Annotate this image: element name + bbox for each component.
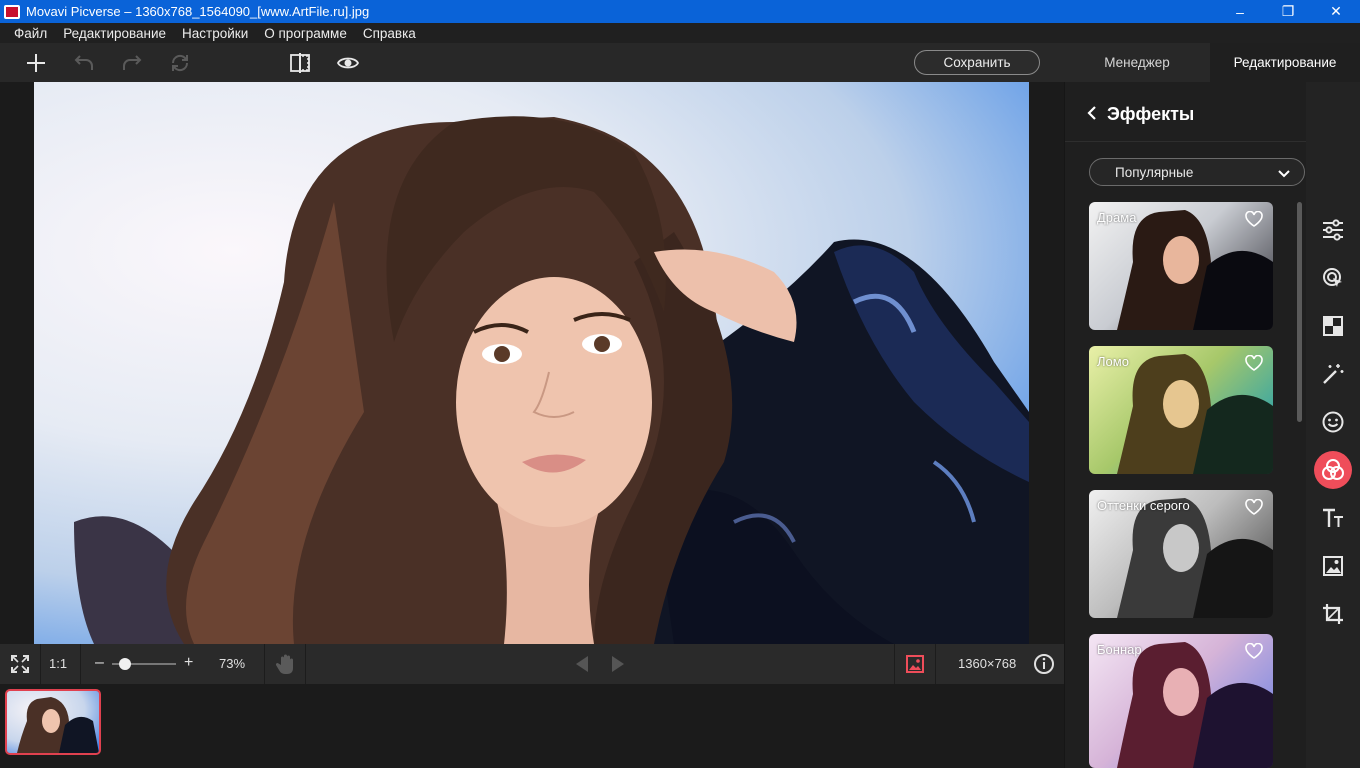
effect-card-bonnard[interactable]: Боннар: [1089, 634, 1273, 768]
preview-eye-icon[interactable]: [336, 51, 360, 75]
tab-manager[interactable]: Менеджер: [1064, 43, 1210, 82]
retouch-cursor-icon[interactable]: [1314, 259, 1352, 297]
undo-icon[interactable]: [72, 51, 96, 75]
magic-wand-icon[interactable]: [1314, 355, 1352, 393]
panel-header: Эффекты: [1065, 82, 1307, 142]
image-dimensions: 1360×768: [958, 656, 1017, 671]
effect-label: Драма: [1097, 210, 1137, 225]
watermark-image-icon[interactable]: [1314, 547, 1352, 585]
category-dropdown-value: Популярные: [1115, 165, 1194, 180]
zoom-slider[interactable]: [112, 658, 176, 670]
canvas-area[interactable]: [0, 82, 1064, 644]
status-bar: 1:1 – + 73% 1360×768: [0, 644, 1064, 684]
favorite-heart-icon[interactable]: [1245, 642, 1263, 664]
next-arrow-icon[interactable]: [606, 652, 630, 676]
menu-help[interactable]: Справка: [363, 26, 416, 41]
separator: [305, 644, 306, 684]
menu-about[interactable]: О программе: [264, 26, 347, 41]
edited-photo[interactable]: [34, 82, 1029, 644]
panel-scrollbar[interactable]: [1297, 202, 1302, 422]
effect-label: Оттенки серого: [1097, 498, 1190, 513]
favorite-heart-icon[interactable]: [1245, 498, 1263, 520]
effects-panel: Эффекты Популярные Драма Ломо Оттенки се…: [1064, 82, 1307, 768]
effect-card-grayscale[interactable]: Оттенки серого: [1089, 490, 1273, 618]
crop-icon[interactable]: [1314, 595, 1352, 633]
hand-icon[interactable]: [274, 652, 298, 676]
menu-file[interactable]: Файл: [14, 26, 47, 41]
filmstrip: [0, 684, 1064, 768]
save-button[interactable]: Сохранить: [914, 50, 1040, 75]
face-icon[interactable]: [1314, 403, 1352, 441]
text-icon[interactable]: [1314, 499, 1352, 537]
separator: [894, 644, 895, 684]
reset-icon[interactable]: [168, 51, 192, 75]
window-controls: – ❐ ✕: [1216, 0, 1360, 23]
separator: [935, 644, 936, 684]
window-title: Movavi Picverse – 1360x768_1564090_[www.…: [26, 4, 370, 19]
adjust-sliders-icon[interactable]: [1314, 211, 1352, 249]
minimize-button[interactable]: –: [1216, 0, 1264, 23]
toolbar: Сохранить Менеджер Редактирование: [0, 43, 1360, 82]
effect-label: Боннар: [1097, 642, 1142, 657]
photo-thumbnail[interactable]: [5, 689, 101, 755]
separator: [40, 644, 41, 684]
panel-title: Эффекты: [1107, 104, 1195, 124]
back-chevron-icon[interactable]: [1087, 106, 1097, 125]
favorite-heart-icon[interactable]: [1245, 354, 1263, 376]
effect-card-lomo[interactable]: Ломо: [1089, 346, 1273, 474]
maximize-button[interactable]: ❐: [1264, 0, 1312, 23]
zoom-in-button[interactable]: +: [184, 654, 193, 672]
separator: [80, 644, 81, 684]
zoom-out-button[interactable]: –: [95, 654, 104, 672]
chevron-down-icon: [1278, 166, 1290, 184]
tools-rail: [1306, 82, 1360, 768]
title-bar: Movavi Picverse – 1360x768_1564090_[www.…: [0, 0, 1360, 23]
background-icon[interactable]: [1314, 307, 1352, 345]
app-logo-icon: [4, 4, 20, 19]
image-icon[interactable]: [903, 652, 927, 676]
category-dropdown[interactable]: Популярные: [1089, 158, 1305, 186]
close-button[interactable]: ✕: [1312, 0, 1360, 23]
info-icon[interactable]: [1032, 652, 1056, 676]
redo-icon[interactable]: [120, 51, 144, 75]
menu-settings[interactable]: Настройки: [182, 26, 248, 41]
separator: [264, 644, 265, 684]
zoom-slider-handle[interactable]: [118, 658, 131, 670]
menu-edit[interactable]: Редактирование: [63, 26, 166, 41]
fit-screen-icon[interactable]: [8, 652, 32, 676]
add-icon[interactable]: [24, 51, 48, 75]
compare-icon[interactable]: [288, 51, 312, 75]
effect-label: Ломо: [1097, 354, 1129, 369]
effect-card-drama[interactable]: Драма: [1089, 202, 1273, 330]
zoom-level: 73%: [219, 656, 246, 671]
tab-editing[interactable]: Редактирование: [1210, 43, 1360, 82]
effects-icon[interactable]: [1314, 451, 1352, 489]
actual-size-button[interactable]: 1:1: [49, 656, 67, 671]
favorite-heart-icon[interactable]: [1245, 210, 1263, 232]
menu-bar: Файл Редактирование Настройки О программ…: [0, 23, 1360, 43]
prev-arrow-icon[interactable]: [570, 652, 594, 676]
